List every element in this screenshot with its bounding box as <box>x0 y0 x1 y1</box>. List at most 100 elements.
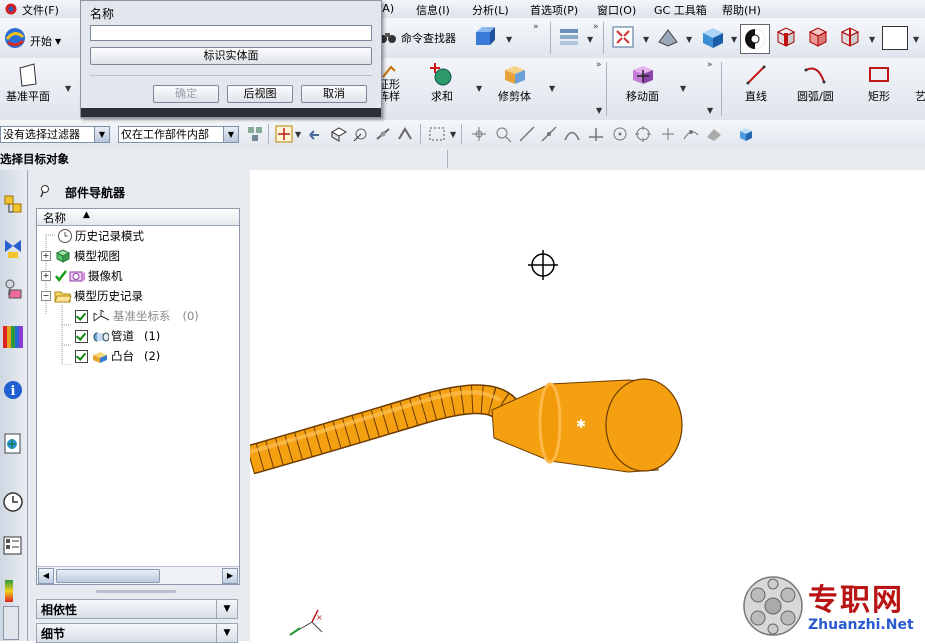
assembly-navigator-icon[interactable] <box>2 194 24 218</box>
graphics-window[interactable]: ✱ × 专职网 Zhuanzhi.Net <box>250 170 925 641</box>
type-filter-combo[interactable]: 没有选择过滤器 ▼ <box>0 126 110 143</box>
chevron-down-icon[interactable]: ▼ <box>731 35 737 44</box>
existing-point-icon[interactable] <box>659 125 677 143</box>
line-button[interactable]: 直线 <box>743 62 769 104</box>
tree-node-model-views[interactable]: + 模型视图 <box>41 246 120 266</box>
point-snap-alt-icon[interactable] <box>494 125 512 143</box>
chevron-down-icon[interactable]: ▼ <box>587 35 593 44</box>
chevron-down-icon[interactable]: ▼ <box>686 35 692 44</box>
web-browser-icon[interactable] <box>2 432 24 456</box>
undo-select-icon[interactable] <box>307 126 323 142</box>
clip-view-icon[interactable] <box>839 26 861 48</box>
snap-mid-icon[interactable] <box>374 125 392 143</box>
unite-button[interactable]: 求和 <box>429 62 455 104</box>
menu-file[interactable]: 文件(F) <box>22 2 59 18</box>
menu-analysis[interactable]: 分析(L) <box>472 2 509 18</box>
tree-node-history-mode[interactable]: 历史记录模式 <box>57 226 144 246</box>
info-icon[interactable]: i <box>2 378 24 402</box>
overflow-chevron-icon[interactable]: » <box>596 60 602 70</box>
layer-settings-icon[interactable] <box>558 26 580 48</box>
expand-icon[interactable]: + <box>41 251 51 261</box>
identify-face-button[interactable]: 标识实体面 <box>90 47 372 65</box>
tree-node-boss[interactable]: 凸台 (2) <box>75 346 160 366</box>
pin-icon[interactable] <box>38 184 52 198</box>
intersection-icon[interactable] <box>587 125 605 143</box>
snap-end-icon[interactable] <box>352 125 370 143</box>
rectangle-select-icon[interactable] <box>428 126 446 142</box>
details-panel-header[interactable]: 细节 ▼ <box>36 623 238 643</box>
roles-icon[interactable] <box>2 578 24 604</box>
scroll-right-icon[interactable]: ▶ <box>222 568 238 584</box>
splitter[interactable] <box>36 587 238 597</box>
scroll-thumb[interactable] <box>56 569 160 583</box>
constraint-navigator-icon[interactable] <box>2 236 24 260</box>
ok-button[interactable]: 确定 <box>153 85 219 103</box>
overflow-chevron-icon[interactable]: » <box>533 22 539 32</box>
scroll-left-icon[interactable]: ◀ <box>38 568 54 584</box>
back-view-button[interactable]: 后视图 <box>227 85 293 103</box>
menu-window[interactable]: 窗口(O) <box>597 2 636 18</box>
bounding-cube-icon[interactable] <box>737 125 755 143</box>
render-style-icon[interactable] <box>657 27 679 47</box>
point-on-curve-icon[interactable] <box>682 125 700 143</box>
dependents-panel-header[interactable]: 相依性 ▼ <box>36 599 238 619</box>
point-snap-icon[interactable] <box>470 125 488 143</box>
end-point-icon[interactable] <box>518 125 536 143</box>
arc-circle-button[interactable]: 圆弧/圆 <box>797 62 834 104</box>
datum-plane-button[interactable]: 基准平面 <box>6 62 50 104</box>
trim-body-button[interactable]: 修剪体 <box>498 62 531 104</box>
chevron-down-icon[interactable]: ▼ <box>680 84 686 93</box>
menu-help[interactable]: 帮助(H) <box>722 2 761 18</box>
display-part-icon[interactable] <box>775 26 797 48</box>
menu-info[interactable]: 信息(I) <box>416 2 450 18</box>
background-color-button[interactable] <box>882 26 908 50</box>
chevron-down-icon[interactable]: ▼ <box>596 106 602 115</box>
part-navigator-icon[interactable] <box>2 278 24 302</box>
chevron-down-icon[interactable]: ▼ <box>869 35 875 44</box>
command-finder-button[interactable]: 命令查找器 <box>378 28 456 46</box>
rectangle-button[interactable]: 矩形 <box>866 62 892 104</box>
fit-view-icon[interactable] <box>612 26 634 48</box>
chevron-down-icon[interactable]: ▼ <box>913 35 919 44</box>
cube-icon[interactable] <box>473 26 497 48</box>
overflow-chevron-icon[interactable]: » <box>707 60 713 70</box>
chevron-down-icon[interactable]: ▼ <box>506 35 512 44</box>
shaded-cube-icon[interactable] <box>700 25 726 49</box>
tree-node-datum-csys[interactable]: 基准坐标系 (0) <box>75 306 199 326</box>
history-clock-icon[interactable] <box>2 490 24 514</box>
boss-body[interactable]: ✱ <box>492 379 682 472</box>
point-on-face-icon[interactable] <box>705 125 723 143</box>
start-button[interactable]: 开始 ▼ <box>3 26 61 50</box>
overflow-chevron-icon[interactable]: » <box>593 22 599 32</box>
tree-node-model-history[interactable]: − 模型历史记录 <box>41 286 143 306</box>
menu-preferences[interactable]: 首选项(P) <box>530 2 578 18</box>
mid-point-icon[interactable] <box>540 125 558 143</box>
move-face-button[interactable]: 移动面 <box>626 62 659 104</box>
visibility-checkbox[interactable] <box>75 310 88 323</box>
resource-bar-scroll[interactable] <box>3 606 19 640</box>
cancel-button[interactable]: 取消 <box>301 85 367 103</box>
collapse-icon[interactable]: − <box>41 291 51 301</box>
more-tools-button[interactable]: 艺 <box>915 62 925 104</box>
visibility-checkbox[interactable] <box>75 350 88 363</box>
chevron-down-icon[interactable]: ▼ <box>295 130 301 139</box>
system-materials-icon[interactable] <box>2 534 24 558</box>
column-header[interactable]: 名称 ▲ <box>37 209 239 226</box>
quadrant-icon[interactable] <box>634 125 652 143</box>
tree-node-cameras[interactable]: + 摄像机 <box>41 266 123 286</box>
chevron-down-icon[interactable]: ▼ <box>549 84 555 93</box>
section-view-icon[interactable] <box>807 26 829 48</box>
snap-control-icon[interactable] <box>396 125 414 143</box>
select-face-icon[interactable] <box>330 125 348 143</box>
assembly-filter-icon[interactable] <box>246 125 264 143</box>
orient-view-button[interactable] <box>740 24 770 54</box>
chevron-down-icon[interactable]: ▼ <box>643 35 649 44</box>
model-view[interactable]: ✱ × <box>250 170 925 641</box>
select-all-icon[interactable] <box>275 125 293 143</box>
reuse-library-icon[interactable] <box>2 322 24 352</box>
tree-node-tube[interactable]: 管道 (1) <box>75 326 160 346</box>
visibility-checkbox[interactable] <box>75 330 88 343</box>
name-input[interactable] <box>90 25 372 41</box>
curve-point-icon[interactable] <box>563 125 581 143</box>
horizontal-scrollbar[interactable]: ◀ ▶ <box>37 566 239 584</box>
